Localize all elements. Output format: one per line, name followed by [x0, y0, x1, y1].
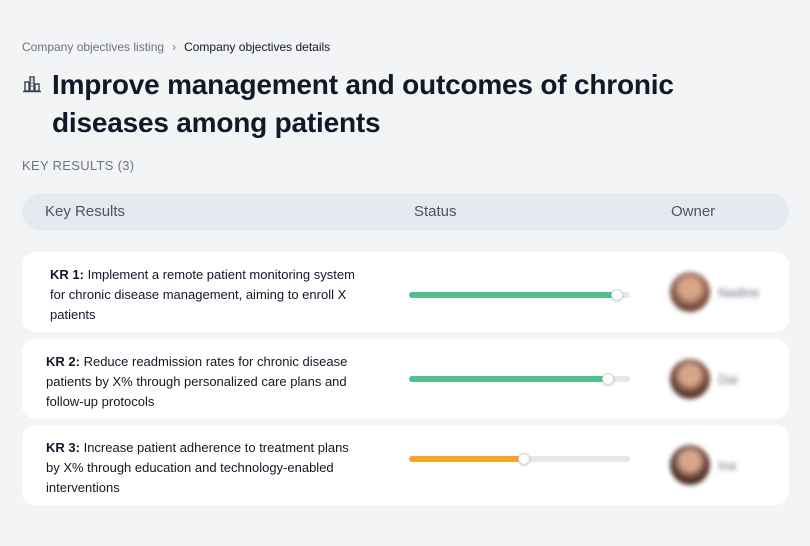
avatar [670, 272, 710, 312]
progress-fill [409, 456, 524, 462]
column-header-key-results: Key Results [45, 203, 126, 220]
breadcrumb-parent-link[interactable]: Company objectives listing [22, 40, 164, 54]
key-result-label: KR 3: [46, 440, 80, 455]
key-result-description: Implement a remote patient monitoring sy… [50, 267, 355, 322]
key-result-text: KR 2: Reduce readmission rates for chron… [46, 352, 366, 412]
column-header-status: Status [414, 203, 457, 220]
avatar [670, 359, 710, 399]
avatar [670, 445, 710, 485]
owner[interactable]: Nadine [670, 272, 759, 312]
table-header: Key Results Status Owner [22, 193, 789, 231]
key-result-text: KR 3: Increase patient adherence to trea… [46, 438, 366, 498]
key-result-label: KR 1: [50, 267, 84, 282]
progress-bar [409, 289, 630, 301]
key-result-text: KR 1: Implement a remote patient monitor… [50, 265, 370, 325]
progress-handle [601, 373, 614, 385]
key-result-label: KR 2: [46, 354, 80, 369]
key-result-description: Reduce readmission rates for chronic dis… [46, 354, 348, 409]
owner[interactable]: Dai [670, 359, 738, 399]
progress-bar [409, 373, 630, 385]
objective-header: Improve management and outcomes of chron… [22, 66, 722, 142]
building-chart-icon [22, 74, 42, 94]
breadcrumb-separator: › [172, 40, 177, 54]
key-result-row-1[interactable]: KR 1: Implement a remote patient monitor… [22, 252, 789, 332]
progress-fill [409, 376, 608, 382]
progress-handle [610, 289, 623, 301]
key-result-description: Increase patient adherence to treatment … [46, 440, 349, 495]
breadcrumb-current: Company objectives details [184, 40, 331, 54]
key-results-count: KEY RESULTS (3) [22, 158, 135, 173]
key-result-row-3[interactable]: KR 3: Increase patient adherence to trea… [22, 425, 789, 505]
breadcrumb: Company objectives listing › Company obj… [22, 40, 330, 54]
page-title: Improve management and outcomes of chron… [52, 69, 674, 138]
owner-name: Dai [718, 371, 738, 387]
progress-fill [409, 292, 617, 298]
column-header-owner: Owner [671, 203, 716, 220]
progress-handle [517, 453, 530, 465]
owner-name: Ina [718, 457, 737, 473]
owner[interactable]: Ina [670, 445, 736, 485]
key-result-row-2[interactable]: KR 2: Reduce readmission rates for chron… [22, 339, 789, 419]
owner-name: Nadine [718, 284, 760, 300]
progress-bar [409, 453, 630, 465]
